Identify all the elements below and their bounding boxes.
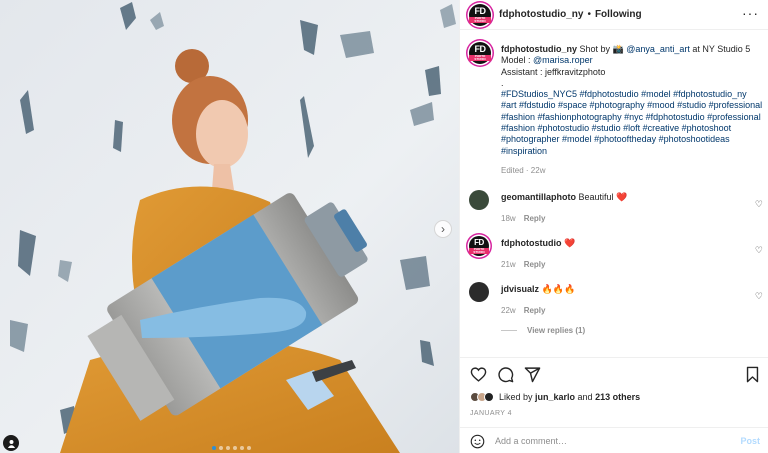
comment-emoji: ❤️ (616, 192, 628, 202)
comment-input[interactable] (495, 436, 715, 446)
carousel-dot (233, 446, 237, 450)
post-sidebar: FD PHOTO STUDIO fdphotostudio_ny • Follow… (459, 0, 768, 453)
likes-middle: and (575, 392, 596, 402)
heart-icon[interactable]: ♡ (755, 245, 763, 256)
carousel-indicator (212, 446, 251, 450)
replies-divider (501, 330, 517, 331)
following-button[interactable]: Following (595, 9, 642, 20)
view-replies-button[interactable]: View replies (1) (501, 326, 585, 335)
caption-username[interactable]: fdphotostudio_ny (501, 44, 577, 54)
caption-text: at NY Studio 5 (689, 44, 751, 54)
caption-line-3: Assistant : jeffkravitzphoto (501, 66, 606, 77)
comment-time: 18w (501, 214, 516, 223)
comment-username[interactable]: fdphotostudio (501, 238, 561, 248)
heart-icon[interactable]: ♡ (755, 291, 763, 302)
post-header: FD PHOTO STUDIO fdphotostudio_ny • Follow… (460, 0, 768, 30)
carousel-dot (240, 446, 244, 450)
bookmark-icon (746, 366, 759, 383)
avatar[interactable]: FD PHOTO STUDIO (469, 3, 491, 26)
comment-icon[interactable] (497, 366, 514, 383)
caption-body: fdphotostudio_ny Shot by 📸 @anya_anti_ar… (501, 44, 763, 176)
comment-emoji: 🔥🔥🔥 (541, 284, 576, 294)
caption-avatar[interactable]: FD PHOTO STUDIO (469, 42, 491, 64)
carousel-dot (219, 446, 223, 450)
user-tag-button[interactable] (3, 435, 19, 451)
caption-line-1: fdphotostudio_ny Shot by 📸 @anya_anti_ar… (501, 44, 763, 55)
comment-avatar[interactable]: FD PHOTO STUDIO (469, 236, 489, 256)
caption-edited: Edited · 22w (501, 165, 546, 175)
comment-text: fdphotostudio ❤️ (501, 238, 575, 249)
comments-scroll[interactable]: FD PHOTO STUDIO fdphotostudio_ny Shot by … (460, 30, 768, 357)
mention-link[interactable]: @marisa.roper (533, 55, 593, 65)
comment-emoji: ❤️ (564, 238, 576, 248)
emoji-icon[interactable] (470, 434, 485, 449)
likes-prefix: Liked by (499, 392, 536, 402)
heart-icon[interactable]: ♡ (755, 199, 763, 210)
post-actions: Liked by jun_karlo and 213 others JANUAR… (460, 357, 768, 453)
avatar-subtext: PHOTO STUDIO (469, 16, 491, 23)
mention-link[interactable]: @anya_anti_art (626, 44, 690, 54)
post-photo (0, 0, 459, 453)
comment-avatar[interactable] (469, 190, 489, 210)
more-horizontal-icon[interactable]: ··· (742, 6, 759, 20)
carousel-dot (212, 446, 216, 450)
comment-meta: 22w Reply (501, 306, 545, 315)
likes-user[interactable]: jun_karlo (535, 392, 575, 402)
post-comment-button[interactable]: Post (740, 436, 760, 446)
caption-line-2: Model : @marisa.roper (501, 55, 763, 66)
comment-avatar[interactable] (469, 282, 489, 302)
comment-username[interactable]: geomantillaphoto (501, 192, 576, 202)
avatar-logo: FD PHOTO STUDIO (469, 5, 491, 23)
instagram-post: › FD PHOTO STUDIO fdphotostudio_ny • Foll… (0, 0, 768, 453)
comment-meta: 18w Reply (501, 214, 545, 223)
header-username[interactable]: fdphotostudio_ny (499, 9, 583, 20)
view-replies-label: View replies (1) (527, 326, 586, 335)
likes-others[interactable]: 213 others (595, 392, 640, 402)
header-separator: • (587, 9, 591, 20)
comment-time: 21w (501, 260, 516, 269)
caption-hashtags[interactable]: #FDStudios_NYC5 #fdphotostudio #model #f… (501, 89, 763, 157)
reply-button[interactable]: Reply (524, 260, 546, 269)
likes-text: Liked by jun_karlo and 213 others (499, 392, 640, 402)
comment-body: Beautiful (576, 192, 617, 202)
action-icons (470, 366, 541, 383)
next-media-button[interactable]: › (434, 220, 452, 238)
avatar-logo: FD PHOTO STUDIO (469, 238, 489, 254)
comment-time: 22w (501, 306, 516, 315)
avatar-logo: FD PHOTO STUDIO (469, 45, 491, 61)
carousel-dot (247, 446, 251, 450)
heart-icon[interactable] (470, 366, 487, 383)
reply-button[interactable]: Reply (524, 306, 546, 315)
reply-button[interactable]: Reply (524, 214, 546, 223)
user-tag-icon (7, 439, 15, 448)
comment-meta: 21w Reply (501, 260, 545, 269)
liker-avatar (484, 392, 494, 402)
carousel-dot (226, 446, 230, 450)
add-comment-bar: Post (460, 427, 768, 453)
share-icon[interactable] (524, 366, 541, 383)
comment-username[interactable]: jdvisualz (501, 284, 539, 294)
caption-line-4: . (501, 77, 504, 88)
likes-summary[interactable]: Liked by jun_karlo and 213 others (470, 392, 640, 402)
avatar-text: FD (474, 5, 487, 16)
save-button[interactable] (745, 366, 760, 383)
chevron-right-icon: › (441, 222, 445, 236)
caption-text: Model : (501, 55, 534, 66)
caption-text: Shot by 📸 (577, 44, 627, 54)
comment-text: geomantillaphoto Beautiful ❤️ (501, 192, 627, 203)
comment-text: jdvisualz 🔥🔥🔥 (501, 284, 575, 295)
post-media[interactable]: › (0, 0, 459, 453)
post-date: JANUARY 4 (470, 410, 512, 417)
